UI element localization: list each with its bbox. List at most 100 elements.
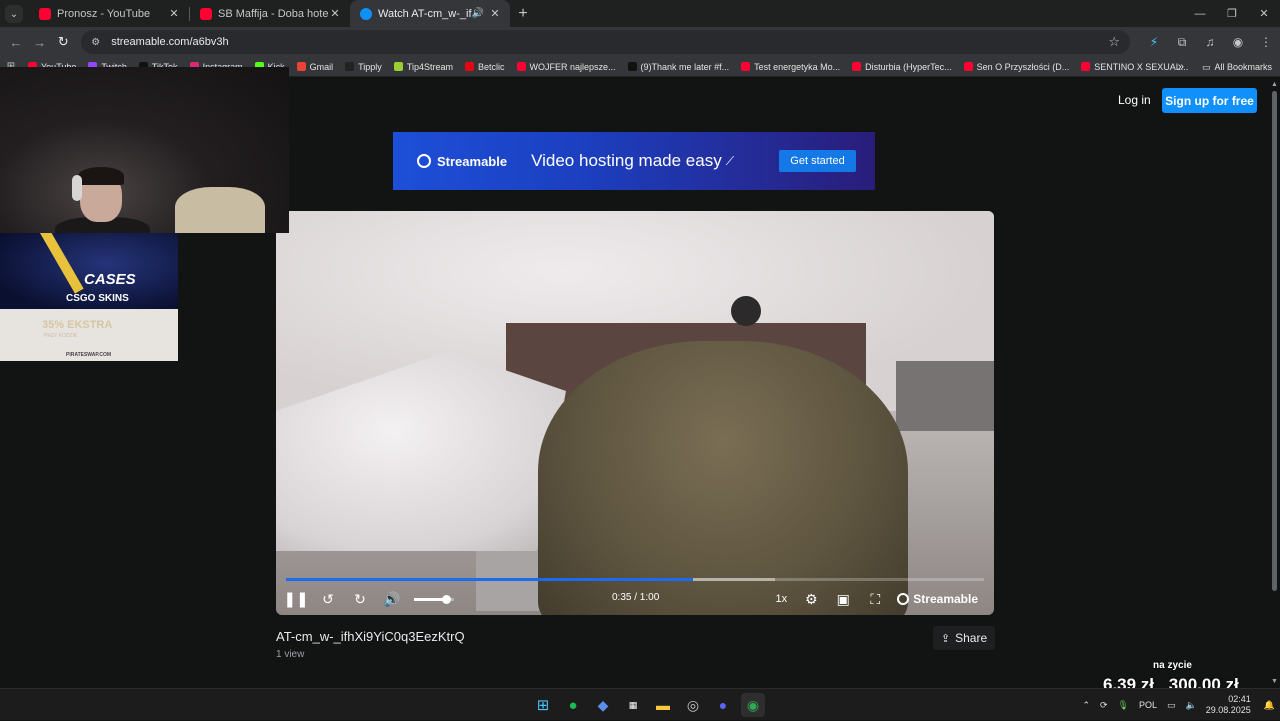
notification-bell-icon[interactable]: 🔔 <box>1264 700 1275 711</box>
scroll-up-icon[interactable]: ▲ <box>1271 81 1278 88</box>
clock-date: 29.08.2025 <box>1205 705 1251 715</box>
bookmark-label: Test energetyka Mo... <box>754 61 841 72</box>
forward-skip-icon[interactable]: ↻ <box>344 583 376 615</box>
bookmark-label: Gmail <box>309 61 334 72</box>
pause-icon[interactable]: ❚❚ <box>280 583 312 615</box>
tab-strip: ⌄ Pronosz - YouTube ✕ SB Maffija - Doba … <box>0 0 1280 27</box>
profile-icon[interactable]: ◉ <box>1224 35 1252 50</box>
share-label: Share <box>955 631 988 645</box>
url-text: streamable.com/a6bv3h <box>111 36 229 48</box>
minimize-icon[interactable]: — <box>1184 0 1216 27</box>
folder-icon: ▭ <box>1201 61 1211 72</box>
progress-bar[interactable] <box>286 578 984 581</box>
bookmark-item[interactable]: Disturbia (HyperTec... <box>846 62 958 72</box>
menu-icon[interactable]: ⋮ <box>1252 35 1280 50</box>
discord-icon[interactable]: ● <box>711 693 735 717</box>
banner-brand: Streamable <box>437 153 508 169</box>
signup-button[interactable]: Sign up for free <box>1162 88 1257 113</box>
bookmark-star-icon[interactable]: ☆ <box>1108 34 1120 50</box>
app-icon-blue[interactable]: ◆ <box>591 693 615 717</box>
tab-1[interactable]: Pronosz - YouTube ✕ <box>29 0 189 27</box>
share-icon: ⇪ <box>940 632 951 645</box>
extension-icon[interactable]: ⚡ <box>1140 35 1168 50</box>
maximize-icon[interactable]: ❐ <box>1216 0 1248 27</box>
bookmark-label: Sen O Przyszłości (D... <box>976 61 1070 72</box>
streamable-icon <box>360 7 372 20</box>
sparkle-icon: ⟋ <box>725 153 735 168</box>
volume-knob[interactable] <box>442 594 451 604</box>
scroll-thumb[interactable] <box>1272 91 1277 591</box>
share-button[interactable]: ⇪ Share <box>933 626 995 650</box>
picture-in-picture-icon[interactable]: ▣ <box>827 583 859 615</box>
page-scrollbar[interactable]: ▲ ▼ <box>1270 81 1278 685</box>
start-windows-icon[interactable]: ⊞ <box>531 693 555 717</box>
reload-icon[interactable]: ↻ <box>51 34 75 50</box>
forward-icon[interactable]: → <box>28 35 52 50</box>
volume-slider[interactable] <box>414 594 454 604</box>
close-window-icon[interactable]: ✕ <box>1248 0 1280 27</box>
bookmark-item[interactable]: Test energetyka Mo... <box>735 62 846 72</box>
video-frame-desk <box>896 361 994 431</box>
close-icon[interactable]: ✕ <box>167 7 181 20</box>
sponsor-subtitle: CSGO SKINS <box>66 293 129 304</box>
bookmark-item[interactable]: (9)Thank me later #f... <box>622 62 736 72</box>
bookmark-label: (9)Thank me later #f... <box>640 61 730 72</box>
address-bar[interactable]: ⚙ streamable.com/a6bv3h ☆ <box>81 30 1130 54</box>
windows-taskbar: ⊞ ● ◆ ▦ ▬ ◎ ● ◉ ⌃ ⟳ 🎙 POL ▭ 🔈 02:41 29.0… <box>0 688 1280 720</box>
banner-tagline: Video hosting made easy <box>531 151 722 170</box>
bookmark-item[interactable]: Sen O Przyszłości (D... <box>958 62 1076 72</box>
close-icon[interactable]: ✕ <box>328 7 342 20</box>
bookmark-item[interactable]: SENTINO X SEXUAL... <box>1075 62 1194 72</box>
tab-3-active[interactable]: Watch AT-cm_w-_ifhXi9YiC 🔊 ✕ <box>350 0 510 27</box>
chrome-icon[interactable]: ◉ <box>741 693 765 717</box>
audio-playing-icon[interactable]: 🔊 <box>472 8 484 19</box>
chevron-up-icon[interactable]: ⌃ <box>1082 700 1090 711</box>
volume-icon[interactable]: 🔊 <box>376 583 408 615</box>
fullscreen-icon[interactable]: ⛶ <box>859 583 891 615</box>
close-icon[interactable]: ✕ <box>488 7 502 20</box>
bookmark-item[interactable]: Tip4Stream <box>388 62 459 72</box>
video-frame-object <box>731 296 761 326</box>
video-title: AT-cm_w-_ifhXi9YiC0q3EezKtrQ <box>276 629 465 644</box>
banner-ad[interactable]: Streamable Video hosting made easy ⟋ Get… <box>393 132 875 190</box>
bookmark-item[interactable]: Tipply <box>339 62 388 72</box>
video-frame-chair <box>538 341 908 615</box>
time-display: 0:35 / 1:00 <box>612 592 660 603</box>
login-link[interactable]: Log in <box>1118 93 1151 107</box>
back-icon[interactable]: ← <box>4 35 28 50</box>
microphone-icon[interactable]: 🎙 <box>1118 700 1129 711</box>
puzzle-icon[interactable]: ⧉ <box>1168 35 1196 50</box>
bookmark-favicon-icon <box>393 62 403 71</box>
video-player[interactable]: ❚❚ ↺ ↻ 🔊 0:35 / 1:00 1x ⚙ ▣ ⛶ Streamable <box>276 211 994 615</box>
scroll-down-icon[interactable]: ▼ <box>1271 678 1278 685</box>
get-started-button[interactable]: Get started <box>779 150 856 172</box>
bookmark-item[interactable]: Gmail <box>291 62 340 72</box>
epic-games-icon[interactable]: ▦ <box>621 693 645 717</box>
speaker-icon[interactable]: 🔈 <box>1186 700 1197 711</box>
headset-icon <box>72 175 82 201</box>
rewind-icon[interactable]: ↺ <box>312 583 344 615</box>
tab-search-button[interactable]: ⌄ <box>5 5 23 23</box>
bookmark-label: Betclic <box>478 61 505 72</box>
bookmark-favicon-icon <box>345 62 355 71</box>
clock[interactable]: 02:41 29.08.2025 <box>1206 694 1251 716</box>
goal-label: na zycie <box>1153 660 1192 671</box>
spotify-icon[interactable]: ● <box>561 693 585 717</box>
all-bookmarks-link[interactable]: All Bookmarks <box>1214 62 1272 72</box>
steam-icon[interactable]: ◎ <box>681 693 705 717</box>
bookmark-item[interactable]: WOJFER najlepsze... <box>511 62 622 72</box>
player-brand[interactable]: Streamable <box>897 592 978 606</box>
tab-2[interactable]: SB Maffija - Doba hotelowa (+ ✕ <box>190 0 350 27</box>
language-indicator[interactable]: POL <box>1139 700 1157 710</box>
network-icon[interactable]: ▭ <box>1167 700 1176 711</box>
playback-speed-button[interactable]: 1x <box>767 593 795 605</box>
media-control-icon[interactable]: ♫ <box>1196 35 1224 50</box>
settings-gear-icon[interactable]: ⚙ <box>795 583 827 615</box>
new-tab-button[interactable]: + <box>510 0 536 27</box>
file-explorer-icon[interactable]: ▬ <box>651 693 675 717</box>
sync-icon[interactable]: ⟳ <box>1100 700 1108 711</box>
more-bookmarks-icon[interactable]: » <box>1178 61 1184 73</box>
site-info-icon[interactable]: ⚙ <box>91 37 105 48</box>
bookmark-item[interactable]: Betclic <box>459 62 511 72</box>
bookmark-label: Tipply <box>358 61 382 72</box>
